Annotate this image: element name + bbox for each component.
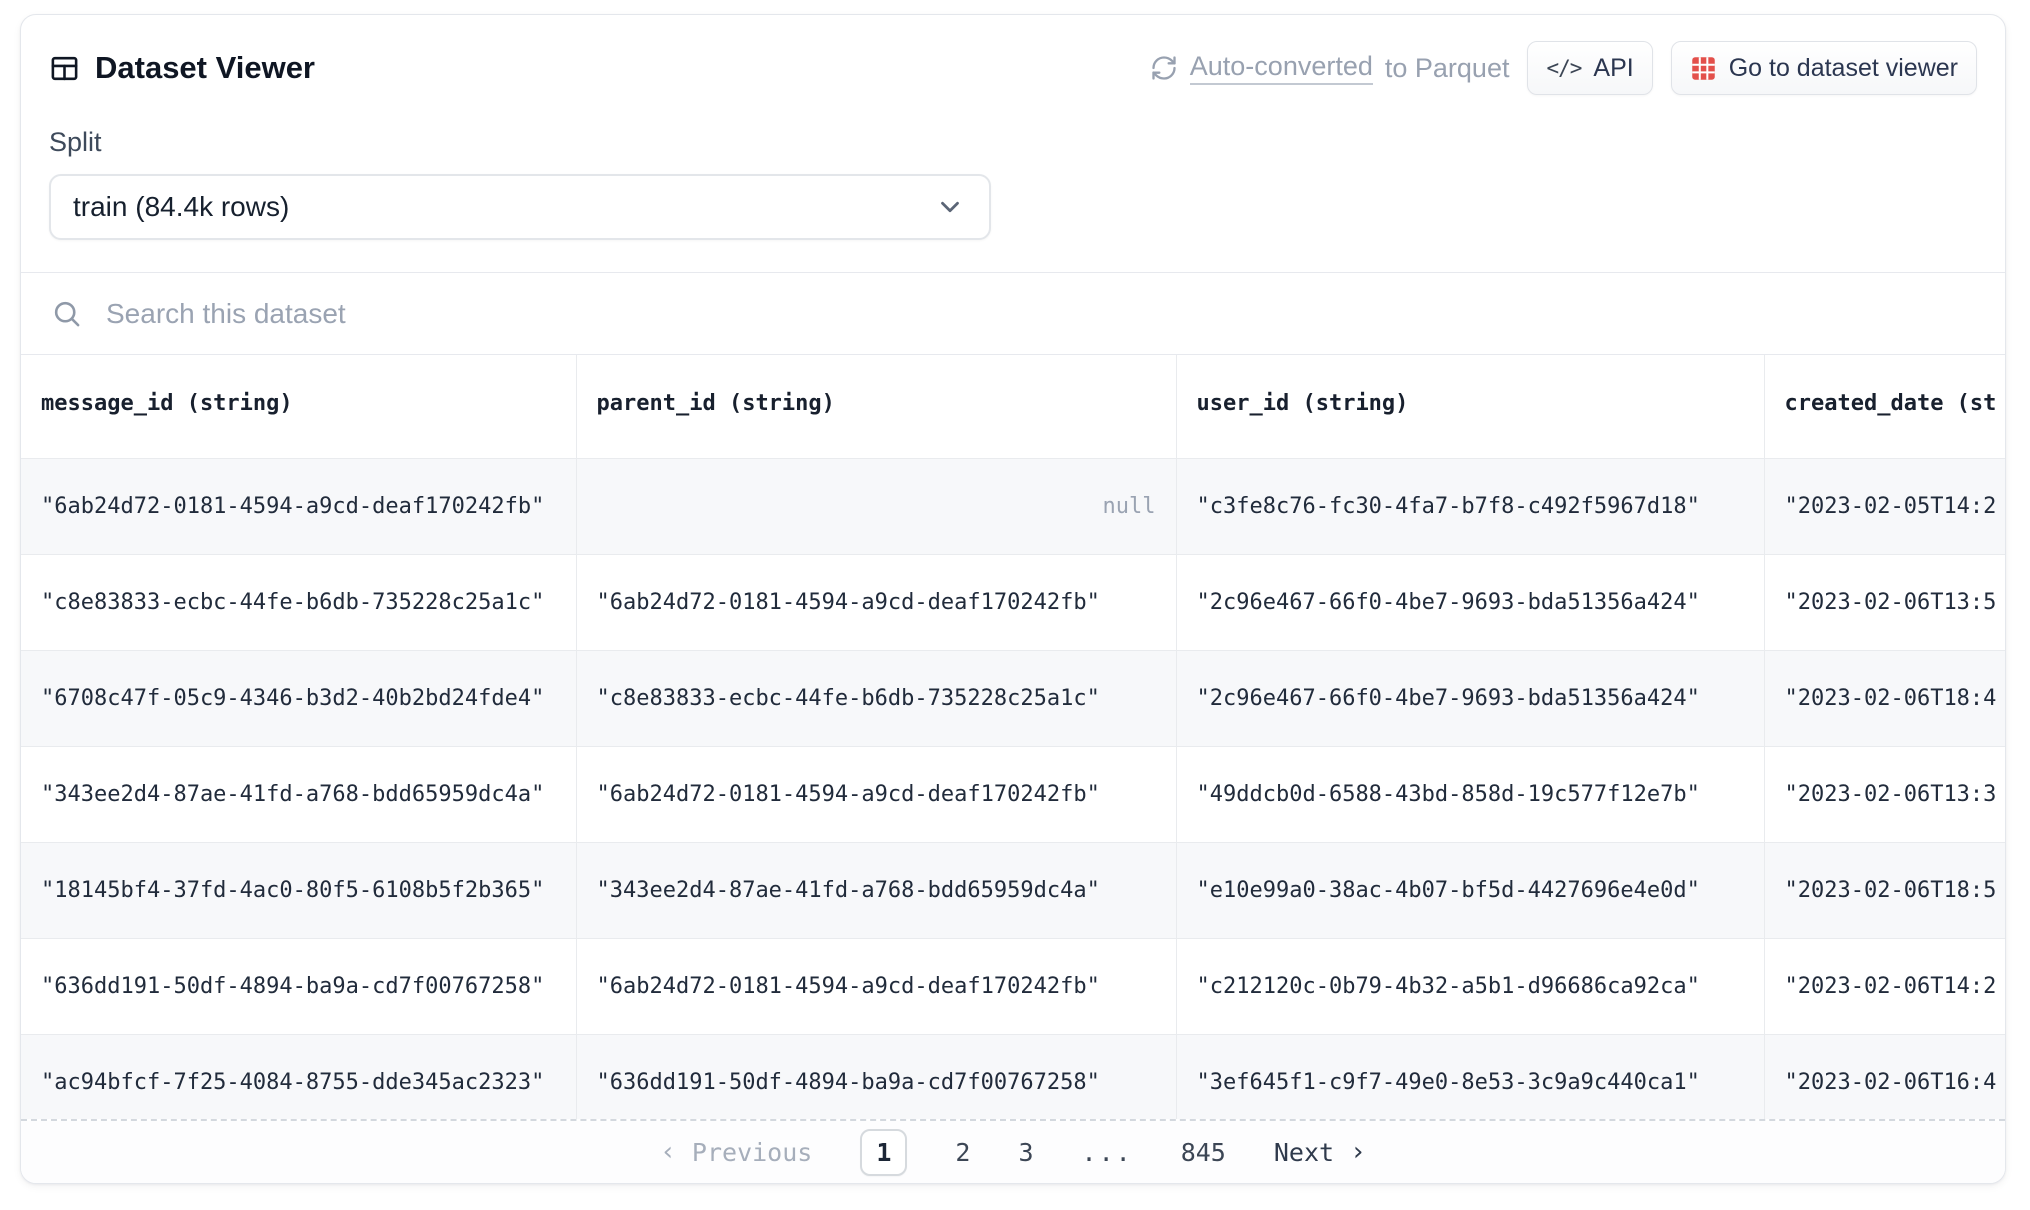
page-button-3[interactable]: 3 — [1018, 1138, 1033, 1167]
api-button-label: API — [1593, 54, 1633, 83]
table-row: "636dd191-50df-4894-ba9a-cd7f00767258" "… — [21, 939, 2005, 1035]
split-select-value: train (84.4k rows) — [73, 191, 289, 223]
auto-converted-text: Auto-converted — [1190, 51, 1373, 85]
table-icon — [49, 53, 80, 84]
pagination: ‹ Previous 1 2 3 ... 845 Next › — [21, 1121, 2005, 1183]
page-title-label: Dataset Viewer — [95, 50, 315, 86]
cell-parent-id: "c8e83833-ecbc-44fe-b6db-735228c25a1c" — [576, 651, 1176, 747]
search-input[interactable] — [106, 298, 1975, 330]
cell-created-date: "2023-02-06T18:4 — [1764, 651, 2005, 747]
cell-user-id: "2c96e467-66f0-4be7-9693-bda51356a424" — [1176, 651, 1764, 747]
code-icon: </> — [1546, 56, 1581, 80]
card-top-section: Dataset Viewer Auto-converted to Parquet — [21, 15, 2005, 240]
cell-created-date: "2023-02-05T14:2 — [1764, 459, 2005, 555]
to-parquet-text: to Parquet — [1385, 53, 1510, 84]
table-row: "c8e83833-ecbc-44fe-b6db-735228c25a1c" "… — [21, 555, 2005, 651]
cell-parent-id: "6ab24d72-0181-4594-a9cd-deaf170242fb" — [576, 747, 1176, 843]
cell-created-date: "2023-02-06T16:4 — [1764, 1035, 2005, 1122]
go-to-dataset-viewer-button[interactable]: Go to dataset viewer — [1671, 41, 1977, 95]
page-button-845[interactable]: 845 — [1181, 1138, 1226, 1167]
table-row: "343ee2d4-87ae-41fd-a768-bdd65959dc4a" "… — [21, 747, 2005, 843]
cell-user-id: "e10e99a0-38ac-4b07-bf5d-4427696e4e0d" — [1176, 843, 1764, 939]
table-header-row: message_id (string) parent_id (string) u… — [21, 355, 2005, 459]
cell-created-date: "2023-02-06T13:5 — [1764, 555, 2005, 651]
search-icon — [51, 298, 82, 329]
split-label: Split — [49, 127, 1977, 158]
data-table-container[interactable]: message_id (string) parent_id (string) u… — [21, 355, 2005, 1121]
card-header: Dataset Viewer Auto-converted to Parquet — [49, 41, 1977, 95]
next-page-button[interactable]: Next › — [1274, 1138, 1366, 1167]
go-to-dataset-viewer-label: Go to dataset viewer — [1729, 54, 1958, 83]
cell-parent-id: "343ee2d4-87ae-41fd-a768-bdd65959dc4a" — [576, 843, 1176, 939]
column-header-created-date: created_date (st — [1764, 355, 2005, 459]
auto-converted-link[interactable]: Auto-converted to Parquet — [1150, 51, 1510, 85]
red-grid-icon — [1690, 55, 1717, 82]
cell-message-id: "636dd191-50df-4894-ba9a-cd7f00767258" — [21, 939, 576, 1035]
page-button-1-current[interactable]: 1 — [860, 1129, 907, 1176]
next-label: Next — [1274, 1138, 1334, 1167]
cell-user-id: "49ddcb0d-6588-43bd-858d-19c577f12e7b" — [1176, 747, 1764, 843]
chevron-left-icon: ‹ — [660, 1139, 676, 1165]
column-header-user-id: user_id (string) — [1176, 355, 1764, 459]
column-header-parent-id: parent_id (string) — [576, 355, 1176, 459]
page-button-2[interactable]: 2 — [955, 1138, 970, 1167]
column-header-message-id: message_id (string) — [21, 355, 576, 459]
table-row: "6708c47f-05c9-4346-b3d2-40b2bd24fde4" "… — [21, 651, 2005, 747]
previous-page-button[interactable]: ‹ Previous — [660, 1138, 812, 1167]
cell-parent-id: "636dd191-50df-4894-ba9a-cd7f00767258" — [576, 1035, 1176, 1122]
cell-message-id: "ac94bfcf-7f25-4084-8755-dde345ac2323" — [21, 1035, 576, 1122]
cell-user-id: "3ef645f1-c9f7-49e0-8e53-3c9a9c440ca1" — [1176, 1035, 1764, 1122]
search-bar — [21, 272, 2005, 355]
previous-label: Previous — [692, 1138, 812, 1167]
page-title: Dataset Viewer — [49, 50, 315, 86]
cell-message-id: "18145bf4-37fd-4ac0-80f5-6108b5f2b365" — [21, 843, 576, 939]
cell-user-id: "c3fe8c76-fc30-4fa7-b7f8-c492f5967d18" — [1176, 459, 1764, 555]
split-select[interactable]: train (84.4k rows) — [49, 174, 991, 240]
data-table: message_id (string) parent_id (string) u… — [21, 355, 2005, 1121]
refresh-icon — [1150, 54, 1178, 82]
cell-message-id: "6ab24d72-0181-4594-a9cd-deaf170242fb" — [21, 459, 576, 555]
table-row: "6ab24d72-0181-4594-a9cd-deaf170242fb" n… — [21, 459, 2005, 555]
table-row: "18145bf4-37fd-4ac0-80f5-6108b5f2b365" "… — [21, 843, 2005, 939]
cell-message-id: "6708c47f-05c9-4346-b3d2-40b2bd24fde4" — [21, 651, 576, 747]
api-button[interactable]: </> API — [1527, 41, 1652, 95]
page-ellipsis: ... — [1082, 1138, 1133, 1167]
cell-parent-id-null: null — [576, 459, 1176, 555]
cell-parent-id: "6ab24d72-0181-4594-a9cd-deaf170242fb" — [576, 939, 1176, 1035]
cell-created-date: "2023-02-06T13:3 — [1764, 747, 2005, 843]
cell-created-date: "2023-02-06T14:2 — [1764, 939, 2005, 1035]
table-row: "ac94bfcf-7f25-4084-8755-dde345ac2323" "… — [21, 1035, 2005, 1122]
dataset-viewer-card: Dataset Viewer Auto-converted to Parquet — [20, 14, 2006, 1184]
chevron-right-icon: › — [1350, 1139, 1366, 1165]
cell-message-id: "343ee2d4-87ae-41fd-a768-bdd65959dc4a" — [21, 747, 576, 843]
cell-message-id: "c8e83833-ecbc-44fe-b6db-735228c25a1c" — [21, 555, 576, 651]
header-actions: Auto-converted to Parquet </> API — [1150, 41, 1977, 95]
cell-user-id: "c212120c-0b79-4b32-a5b1-d96686ca92ca" — [1176, 939, 1764, 1035]
cell-created-date: "2023-02-06T18:5 — [1764, 843, 2005, 939]
cell-parent-id: "6ab24d72-0181-4594-a9cd-deaf170242fb" — [576, 555, 1176, 651]
cell-user-id: "2c96e467-66f0-4be7-9693-bda51356a424" — [1176, 555, 1764, 651]
chevron-down-icon — [935, 192, 965, 222]
